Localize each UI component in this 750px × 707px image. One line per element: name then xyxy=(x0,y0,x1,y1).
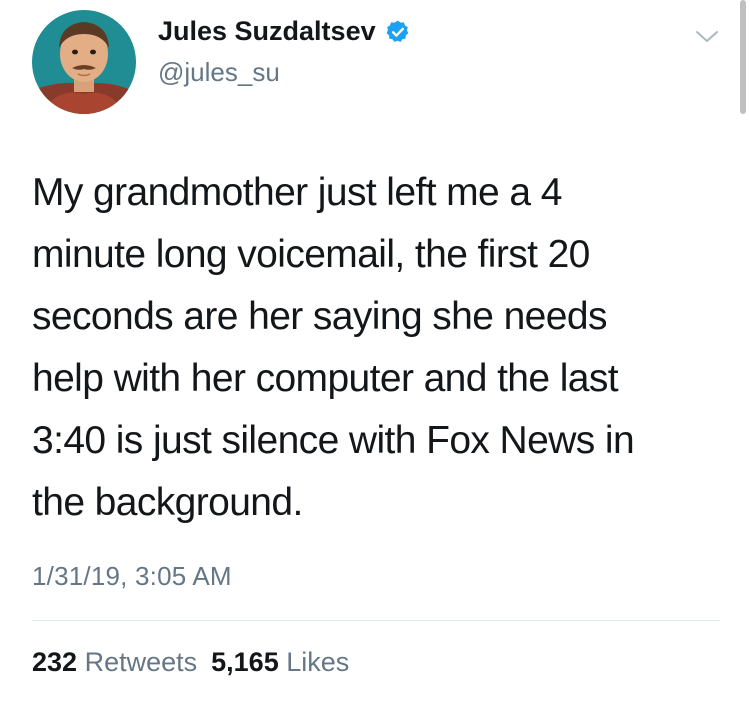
tweet-text-line: seconds are her saying she needs xyxy=(32,295,607,338)
scrollbar[interactable] xyxy=(740,0,746,114)
retweets-count: 232 xyxy=(32,647,78,677)
tweet-text-line: help with her computer and the last xyxy=(32,357,619,400)
tweet-text: My grandmother just left me a 4 minute l… xyxy=(32,162,722,534)
verified-badge-icon xyxy=(385,19,411,45)
retweets-label: Retweets xyxy=(84,647,198,677)
tweet-text-line: the background. xyxy=(32,481,303,524)
chevron-down-icon[interactable] xyxy=(694,28,720,46)
tweet-timestamp[interactable]: 1/31/19, 3:05 AM xyxy=(32,561,232,592)
divider xyxy=(32,620,720,621)
likes-label: Likes xyxy=(286,647,350,677)
tweet-text-line: 3:40 is just silence with Fox News in xyxy=(32,419,635,462)
author-name[interactable]: Jules Suzdaltsev xyxy=(158,16,411,47)
likes-count: 5,165 xyxy=(211,647,279,677)
tweet-stats: 232 Retweets 5,165 Likes xyxy=(32,647,349,678)
author-handle[interactable]: @jules_su xyxy=(158,57,280,88)
avatar[interactable] xyxy=(32,10,136,114)
likes-stat[interactable]: 5,165 Likes xyxy=(211,647,349,677)
tweet-text-line: minute long voicemail, the first 20 xyxy=(32,233,590,276)
tweet-text-line: My grandmother just left me a 4 xyxy=(32,171,562,214)
author-name-text: Jules Suzdaltsev xyxy=(158,16,376,46)
retweets-stat[interactable]: 232 Retweets xyxy=(32,647,197,677)
profile-photo-icon xyxy=(32,10,136,114)
tweet-card: Jules Suzdaltsev @jules_su My grandmothe… xyxy=(0,0,750,707)
